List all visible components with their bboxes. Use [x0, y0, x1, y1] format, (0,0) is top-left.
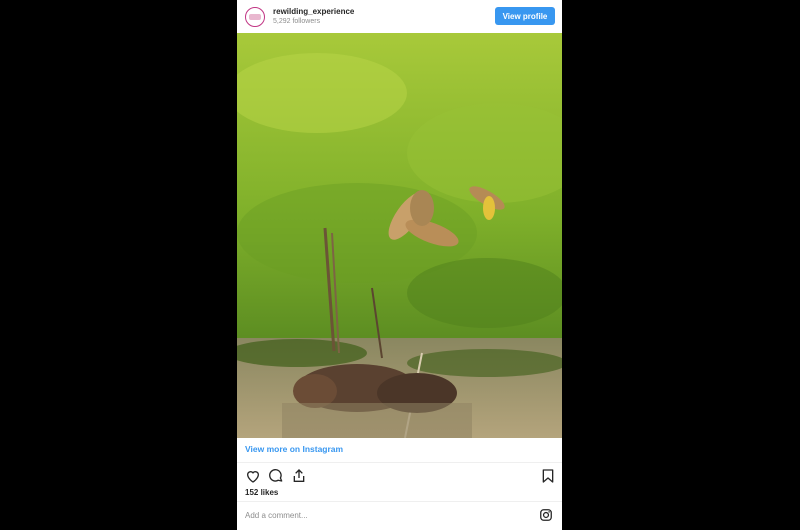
avatar-logo — [249, 13, 261, 20]
share-icon[interactable] — [291, 468, 307, 484]
heart-icon[interactable] — [245, 468, 261, 484]
view-profile-button[interactable]: View profile — [495, 7, 555, 25]
view-more-link[interactable]: View more on Instagram — [245, 444, 343, 454]
username[interactable]: rewilding_experience — [273, 8, 354, 16]
post-photo[interactable] — [237, 33, 562, 438]
instagram-icon[interactable] — [539, 508, 553, 522]
divider — [237, 501, 562, 502]
action-bar — [245, 468, 307, 484]
post-header: rewilding_experience 5,292 followers Vie… — [237, 0, 562, 33]
like-count[interactable]: 152 likes — [245, 488, 278, 497]
avatar[interactable] — [245, 6, 265, 27]
user-info: rewilding_experience 5,292 followers — [273, 8, 354, 26]
comment-icon[interactable] — [268, 468, 284, 484]
instagram-embed: rewilding_experience 5,292 followers Vie… — [237, 0, 562, 530]
divider — [237, 462, 562, 463]
follower-count: 5,292 followers — [273, 18, 321, 25]
comment-input[interactable]: Add a comment... — [245, 511, 308, 520]
bookmark-icon[interactable] — [540, 468, 556, 484]
